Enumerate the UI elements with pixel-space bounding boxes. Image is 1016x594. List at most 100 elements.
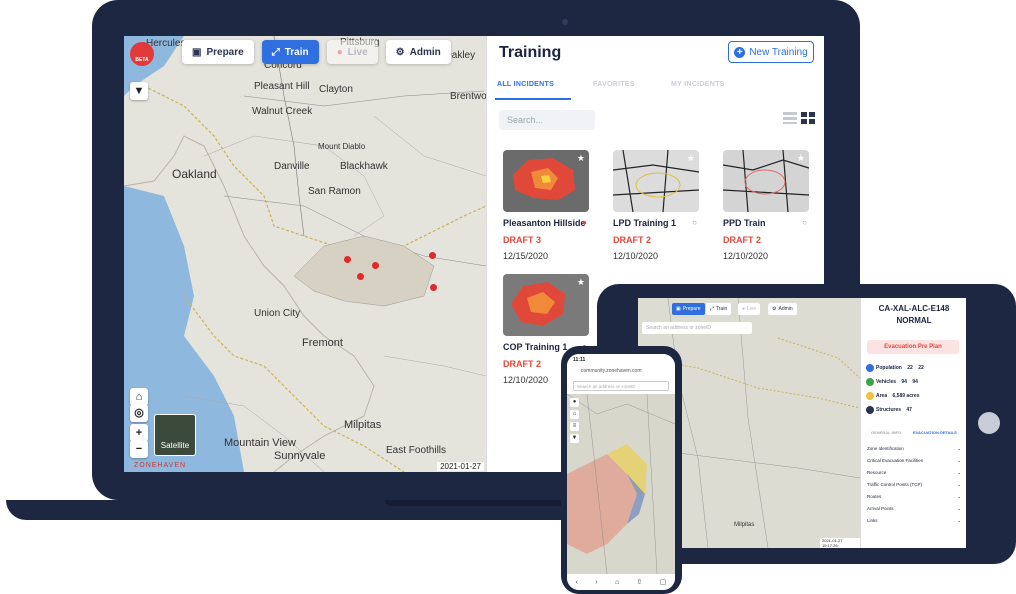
vehicles-icon: [866, 378, 874, 386]
map-place-label: Milpitas: [734, 522, 755, 528]
map-place-label: Brentwood: [450, 91, 486, 102]
tab-my-incidents[interactable]: MY INCIDENTS: [671, 81, 725, 88]
incident-marker[interactable]: [372, 262, 379, 269]
incident-thumbnail: ★: [723, 150, 809, 212]
plus-icon: +: [734, 46, 746, 58]
area-icon: [866, 392, 874, 400]
admin-button[interactable]: ⚙ Admin: [385, 40, 451, 64]
phone-nav-bar: ‹ › ⌂ ⇧ ▢: [567, 574, 675, 590]
detail-label: Resource: [867, 470, 887, 475]
incident-marker[interactable]: [357, 273, 364, 280]
stat-value: 22: [918, 365, 924, 371]
evacuation-pre-plan-button[interactable]: Evacuation Pre Plan: [867, 340, 959, 354]
favorite-star-icon[interactable]: ★: [577, 277, 585, 288]
tab-general-info[interactable]: GENERAL INFO: [871, 430, 901, 435]
expand-icon: ⤢: [710, 306, 715, 312]
circle-status-icon: ○: [692, 218, 697, 227]
phone-clock: 11:11: [573, 357, 586, 363]
new-training-label: New Training: [749, 46, 808, 58]
favorite-star-icon[interactable]: ★: [797, 153, 805, 164]
home-icon[interactable]: ⌂: [615, 579, 619, 586]
share-icon[interactable]: ⇧: [637, 578, 643, 586]
home-icon[interactable]: ⌂: [570, 410, 579, 419]
mode-toolbar: ▣ Prepare ⤢ Train ● Live ⚙ Admin: [182, 40, 451, 64]
search-input[interactable]: Search...: [499, 110, 595, 130]
favorite-star-icon[interactable]: ★: [687, 153, 695, 164]
gear-icon: ⚙: [395, 46, 405, 58]
filter-icon[interactable]: ▼: [570, 434, 579, 443]
detail-row[interactable]: Zone Identification ⌄: [867, 446, 961, 452]
phone-url[interactable]: community.zonehaven.com: [581, 368, 661, 374]
forward-icon[interactable]: ›: [595, 579, 597, 586]
detail-row[interactable]: Resource ⌄: [867, 470, 961, 476]
zoom-out-button[interactable]: −: [130, 440, 148, 458]
phone-map[interactable]: ● ⌂ ≡ ▼: [567, 394, 675, 574]
laptop-notch: [385, 500, 565, 506]
incident-card[interactable]: ★ ● Pleasanton Hillside DRAFT 3 12/15/20…: [503, 150, 589, 261]
stat-label: Population: [876, 365, 902, 371]
incident-name: Pleasanton Hillside: [503, 218, 586, 228]
locate-icon[interactable]: ◎: [130, 404, 148, 422]
population-stat: Population 22 22: [866, 364, 924, 372]
zone-detail-panel: CA-XAL-ALC-E148 NORMAL Evacuation Pre Pl…: [860, 298, 966, 548]
incident-date: 12/15/2020: [503, 251, 549, 261]
live-button[interactable]: ● Live: [326, 40, 378, 64]
list-view-icon[interactable]: [783, 112, 797, 124]
tablet-map-timestamp: 2021-01-27 15:17:26: [820, 538, 860, 548]
stat-value: 94: [912, 379, 918, 385]
prepare-button[interactable]: ▣ Prepare: [182, 40, 254, 64]
tablet-admin-button[interactable]: ⚙ Admin: [768, 303, 797, 315]
incident-marker[interactable]: [429, 252, 436, 259]
map-place-label: Danville: [274, 161, 310, 172]
incident-card[interactable]: ★ ○ LPD Training 1 DRAFT 2 12/10/2020: [613, 150, 699, 261]
tab-evacuation-details[interactable]: EVACUATION DETAILS: [913, 430, 957, 435]
vehicles-stat: Vehicles 94 94: [866, 378, 918, 386]
tablet-prepare-button[interactable]: ▣ Prepare: [672, 303, 705, 315]
clipboard-icon: ▣: [192, 46, 202, 58]
device-mockup-scene: Hercules Pittsburg Concord Oakley Pleasa…: [0, 0, 1016, 594]
tablet-search-input[interactable]: Search an address or zoneID: [642, 322, 752, 334]
chevron-down-icon: ⌄: [957, 518, 961, 523]
stat-label: Structures: [876, 407, 902, 413]
tablet-admin-label: Admin: [778, 306, 793, 312]
detail-row[interactable]: Routes ⌄: [867, 494, 961, 500]
live-label: Live: [347, 46, 368, 58]
detail-row[interactable]: Traffic Control Points (TCP) ⌄: [867, 482, 961, 488]
grid-view-icon[interactable]: [801, 112, 815, 124]
favorite-star-icon[interactable]: ★: [577, 153, 585, 164]
incident-marker[interactable]: [344, 256, 351, 263]
map-place-label: East Foothills: [386, 445, 447, 456]
tablet-home-button[interactable]: [978, 412, 1000, 434]
chevron-down-icon: ⌄: [957, 470, 961, 475]
tab-favorites[interactable]: FAVORITES: [593, 81, 635, 88]
new-training-button[interactable]: + New Training: [728, 41, 814, 63]
filter-icon[interactable]: ▼: [130, 82, 148, 100]
incident-name: LPD Training 1: [613, 218, 677, 228]
detail-row[interactable]: Critical Evacuation Facilities ⌄: [867, 458, 961, 464]
stat-label: Area: [876, 393, 888, 399]
tab-all-incidents[interactable]: ALL INCIDENTS: [497, 81, 554, 88]
tablet-train-button[interactable]: ⤢ Train: [706, 303, 732, 315]
tablet-live-button[interactable]: ● Live: [738, 303, 761, 315]
map-place-label: Fremont: [302, 337, 343, 349]
back-icon[interactable]: ‹: [576, 579, 578, 586]
menu-icon[interactable]: ≡: [570, 422, 579, 431]
fire-icon[interactable]: ●: [570, 398, 579, 407]
admin-label: Admin: [409, 46, 441, 58]
incident-date: 12/10/2020: [613, 251, 659, 261]
detail-row[interactable]: Arrival Points ⌄: [867, 506, 961, 512]
train-button[interactable]: ⤢ Train: [261, 40, 319, 64]
map-place-label: Mountain View: [224, 437, 296, 449]
satellite-toggle[interactable]: Satellite: [154, 414, 196, 456]
map-place-label: Blackhawk: [340, 161, 388, 172]
detail-label: Links: [867, 518, 878, 523]
circle-status-icon: ○: [802, 218, 807, 227]
incident-card[interactable]: ★ ○ PPD Train DRAFT 2 12/10/2020: [723, 150, 809, 261]
phone-search-input[interactable]: Search an address or zoneID: [573, 381, 669, 391]
incident-marker[interactable]: [430, 284, 437, 291]
detail-row[interactable]: Links ⌄: [867, 518, 961, 524]
chevron-down-icon: ⌄: [957, 482, 961, 487]
tabs-icon[interactable]: ▢: [660, 578, 667, 586]
train-label: Train: [284, 46, 309, 58]
map-view[interactable]: Hercules Pittsburg Concord Oakley Pleasa…: [124, 36, 486, 472]
